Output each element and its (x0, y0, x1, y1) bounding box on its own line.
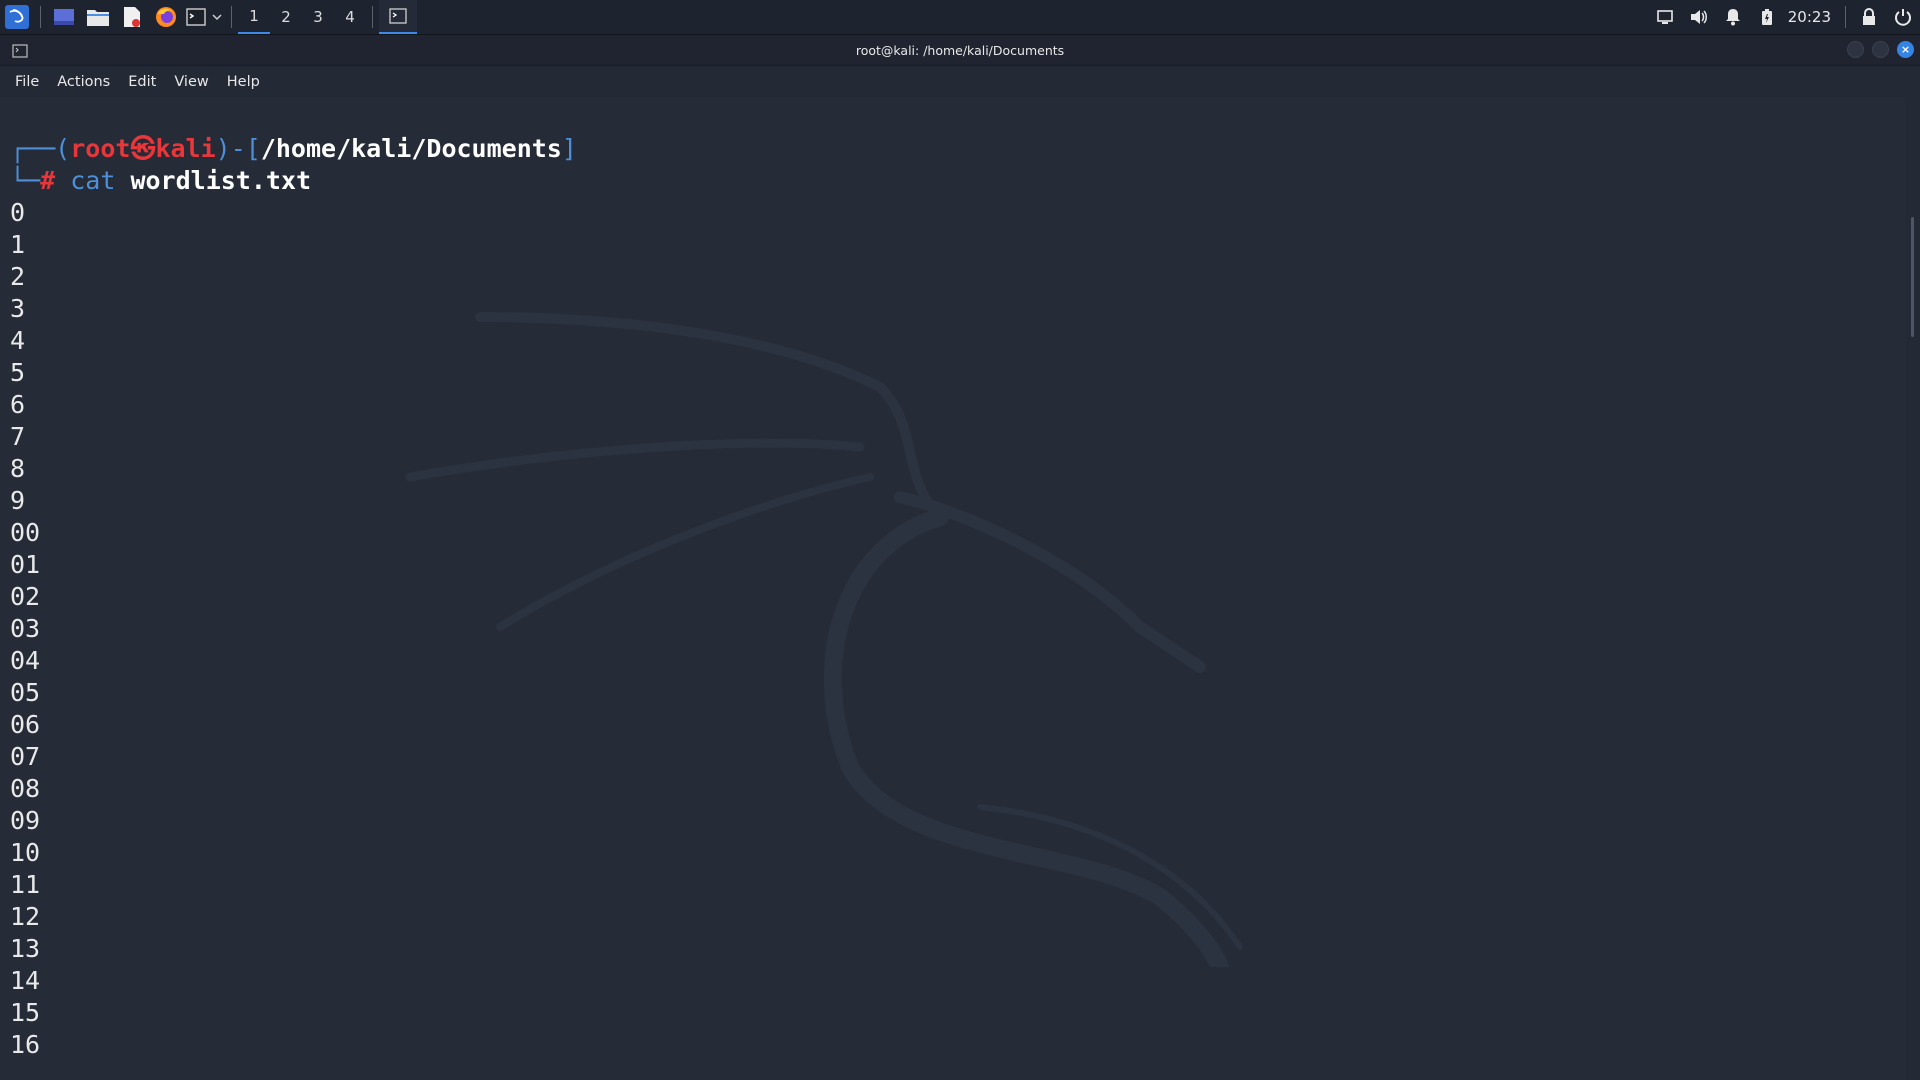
output-line: 4 (10, 326, 26, 355)
output-line: 04 (10, 646, 41, 675)
menu-edit[interactable]: Edit (119, 74, 165, 90)
output-line: 02 (10, 582, 41, 611)
window-titlebar[interactable]: root@kali: /home/kali/Documents × (0, 35, 1920, 66)
prompt-host: kali (155, 134, 216, 163)
output-line: 01 (10, 550, 41, 579)
window-title: root@kali: /home/kali/Documents (855, 42, 1065, 58)
menu-view[interactable]: View (165, 74, 217, 90)
prompt-line-1: ┌──(root㉿kali)-[/home/kali/Documents] (10, 134, 577, 163)
file-manager-icon[interactable] (81, 0, 115, 34)
menu-file[interactable]: File (6, 74, 48, 90)
taskbar-terminal-window[interactable] (379, 0, 417, 34)
scrollbar-thumb[interactable] (1911, 217, 1914, 337)
panel-separator (231, 6, 232, 28)
panel-separator (372, 6, 373, 28)
panel-separator (40, 6, 41, 28)
command-output: 0 1 2 3 4 5 6 7 8 9 00 01 02 03 04 05 06 07 08 09 10 11 12 13 14… (10, 197, 1906, 1061)
terminal-output-area[interactable]: ┌──(root㉿kali)-[/home/kali/Documents] └─… (0, 97, 1906, 1080)
prompt-user: root (70, 134, 131, 163)
output-line: 05 (10, 678, 41, 707)
output-line: 15 (10, 998, 41, 1027)
top-panel: 1 2 3 4 20:23 (0, 0, 1920, 35)
output-line: 12 (10, 902, 41, 931)
terminal-window: root@kali: /home/kali/Documents × File A… (0, 35, 1920, 1080)
prompt-at-symbol: ㉿ (130, 134, 156, 163)
output-line: 0 (10, 198, 26, 227)
terminal-window-icon (12, 43, 28, 62)
prompt-path: /home/kali/Documents (260, 134, 562, 163)
output-line: 3 (10, 294, 26, 323)
menubar: File Actions Edit View Help (0, 66, 1920, 98)
logout-icon[interactable] (1886, 0, 1920, 34)
output-line: 8 (10, 454, 26, 483)
lock-screen-icon[interactable] (1852, 0, 1886, 34)
firefox-icon[interactable] (149, 0, 183, 34)
command-argument: wordlist.txt (130, 166, 312, 195)
output-line: 14 (10, 966, 41, 995)
output-line: 1 (10, 230, 26, 259)
workspace-3[interactable]: 3 (302, 0, 334, 34)
scrollbar[interactable] (1906, 97, 1920, 1080)
text-editor-icon[interactable] (115, 0, 149, 34)
workspace-2[interactable]: 2 (270, 0, 302, 34)
prompt-line-2: └─# cat wordlist.txt (10, 166, 312, 195)
menu-actions[interactable]: Actions (48, 74, 119, 90)
display-icon[interactable] (1648, 0, 1682, 34)
output-line: 11 (10, 870, 41, 899)
close-button[interactable]: × (1897, 41, 1914, 58)
terminal-content: ┌──(root㉿kali)-[/home/kali/Documents] └─… (0, 97, 1906, 1061)
show-desktop-icon[interactable] (47, 0, 81, 34)
chevron-down-icon[interactable] (209, 0, 225, 34)
command-name: cat (70, 166, 116, 195)
workspace-1[interactable]: 1 (238, 0, 270, 34)
minimize-button[interactable] (1847, 41, 1864, 58)
workspace-4[interactable]: 4 (334, 0, 366, 34)
output-line: 7 (10, 422, 26, 451)
output-line: 03 (10, 614, 41, 643)
output-line: 5 (10, 358, 26, 387)
output-line: 10 (10, 838, 41, 867)
notifications-bell-icon[interactable] (1716, 0, 1750, 34)
output-line: 9 (10, 486, 26, 515)
terminal-launcher-icon[interactable] (183, 0, 209, 34)
volume-icon[interactable] (1682, 0, 1716, 34)
panel-separator (1845, 6, 1846, 28)
output-line: 16 (10, 1030, 41, 1059)
close-icon: × (1900, 43, 1911, 56)
output-line: 2 (10, 262, 26, 291)
output-line: 09 (10, 806, 41, 835)
output-line: 6 (10, 390, 26, 419)
kali-menu-icon[interactable] (0, 0, 34, 34)
prompt-symbol: # (40, 166, 56, 195)
output-line: 07 (10, 742, 41, 771)
panel-clock[interactable]: 20:23 (1784, 8, 1839, 26)
output-line: 06 (10, 710, 41, 739)
output-line: 00 (10, 518, 41, 547)
menu-help[interactable]: Help (218, 74, 269, 90)
output-line: 08 (10, 774, 41, 803)
maximize-button[interactable] (1872, 41, 1889, 58)
output-line: 13 (10, 934, 41, 963)
battery-icon[interactable] (1750, 0, 1784, 34)
